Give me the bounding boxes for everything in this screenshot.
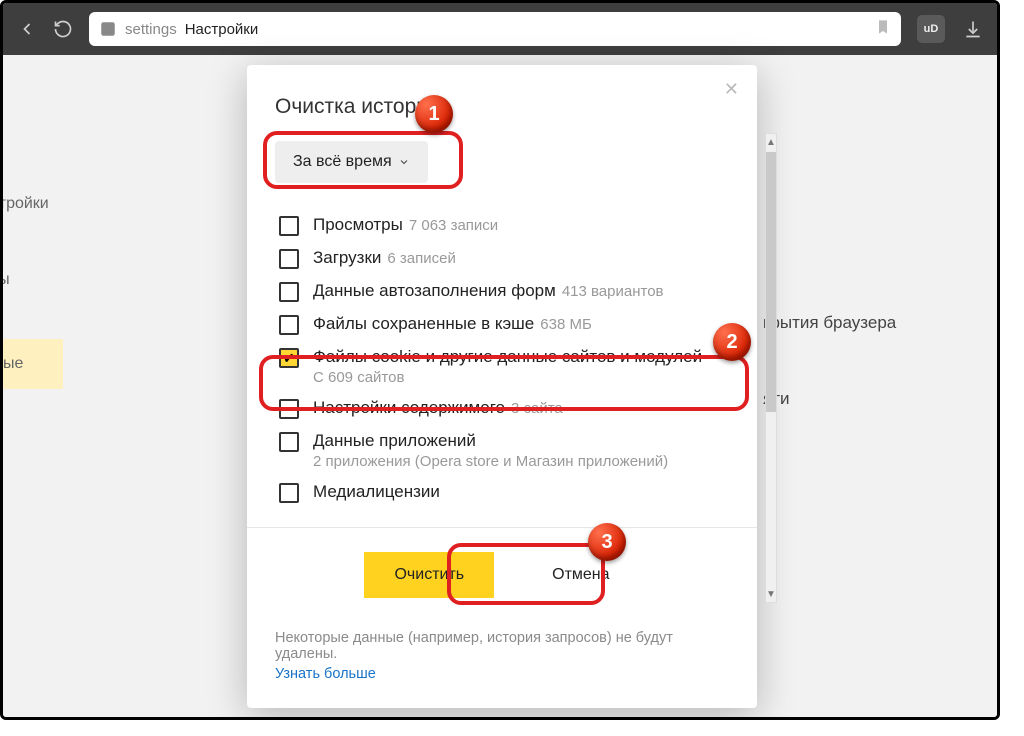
- scroll-down-icon[interactable]: ▼: [766, 586, 776, 602]
- bg-text: крытия браузера: [763, 313, 896, 333]
- option-autofill[interactable]: Данные автозаполнения форм413 вариантов: [275, 275, 729, 308]
- option-downloads[interactable]: Загрузки6 записей: [275, 242, 729, 275]
- url-protocol: settings: [125, 21, 177, 38]
- page-icon: [99, 20, 117, 38]
- checkbox[interactable]: [279, 282, 299, 302]
- scroll-thumb[interactable]: [766, 152, 776, 412]
- checkbox[interactable]: [279, 216, 299, 236]
- sidebar-item-active[interactable]: ые: [0, 339, 63, 389]
- option-cookies[interactable]: Файлы cookie и другие данные сайтов и мо…: [275, 341, 729, 392]
- clear-options-list: Просмотры7 063 записи Загрузки6 записей …: [275, 209, 729, 519]
- time-range-select[interactable]: За всё время: [275, 141, 428, 183]
- checkbox[interactable]: [279, 399, 299, 419]
- dialog-footer: Очистить Отмена: [247, 527, 757, 618]
- checkbox[interactable]: [279, 249, 299, 269]
- option-media-licenses[interactable]: Медиалицензии: [275, 476, 729, 509]
- option-app-data[interactable]: Данные приложений 2 приложения (Opera st…: [275, 425, 729, 476]
- callout-bubble-2: 2: [713, 323, 751, 361]
- dialog-scrollbar[interactable]: ▲ ▼: [765, 133, 777, 603]
- back-button[interactable]: [17, 19, 37, 39]
- address-bar[interactable]: settings Настройки: [89, 12, 901, 46]
- clear-button[interactable]: Очистить: [364, 552, 494, 598]
- cancel-button[interactable]: Отмена: [522, 552, 639, 598]
- checkbox[interactable]: [279, 315, 299, 335]
- clear-history-dialog: ▲ ▼ ✕ Очистка истории За всё время Просм…: [247, 65, 757, 708]
- checkbox[interactable]: [279, 432, 299, 452]
- app-frame: settings Настройки uD настройки ейс енты…: [0, 0, 1000, 720]
- dialog-note: Некоторые данные (например, история запр…: [247, 618, 757, 708]
- callout-bubble-1: 1: [415, 95, 453, 133]
- option-content-settings[interactable]: Настройки содержимого3 сайта: [275, 392, 729, 425]
- sidebar-item[interactable]: енты: [0, 261, 63, 299]
- scroll-up-icon[interactable]: ▲: [766, 134, 776, 150]
- sidebar-item[interactable]: ейс: [0, 223, 63, 261]
- learn-more-link[interactable]: Узнать больше: [275, 666, 729, 682]
- browser-toolbar: settings Настройки uD: [3, 3, 997, 55]
- time-range-value: За всё время: [293, 153, 392, 171]
- reload-button[interactable]: [53, 19, 73, 39]
- bookmark-icon[interactable]: [875, 17, 891, 41]
- checkbox-checked[interactable]: [279, 348, 299, 368]
- url-title: Настройки: [185, 21, 259, 38]
- downloads-button[interactable]: [963, 19, 983, 39]
- option-views[interactable]: Просмотры7 063 записи: [275, 209, 729, 242]
- close-icon[interactable]: ✕: [724, 79, 739, 100]
- dialog-title: Очистка истории: [275, 95, 729, 119]
- sidebar-fragment: настройки ейс енты ые: [0, 185, 63, 389]
- option-cache[interactable]: Файлы сохраненные в кэше638 МБ: [275, 308, 729, 341]
- chevron-down-icon: [398, 156, 410, 168]
- extension-shield[interactable]: uD: [917, 15, 945, 43]
- sidebar-item[interactable]: настройки: [0, 185, 63, 223]
- callout-bubble-3: 3: [588, 523, 626, 561]
- checkbox[interactable]: [279, 483, 299, 503]
